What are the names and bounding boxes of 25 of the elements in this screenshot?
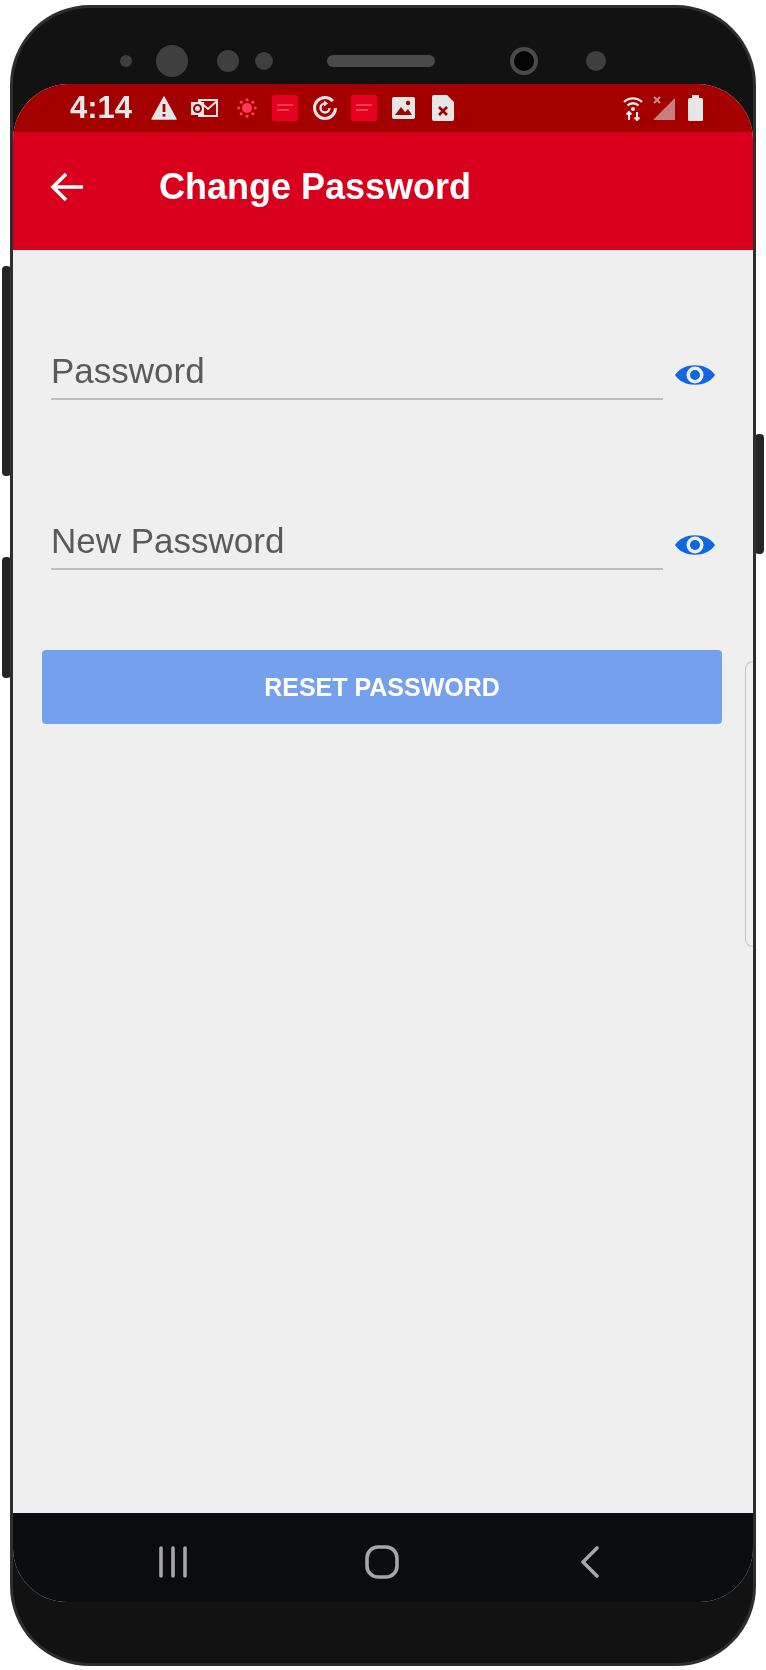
app-icon — [351, 95, 378, 121]
home-icon[interactable] — [365, 1545, 399, 1579]
back-icon[interactable] — [580, 1546, 600, 1578]
image-icon — [392, 97, 416, 119]
recent-apps-icon[interactable] — [158, 1546, 188, 1578]
sync-icon — [312, 95, 339, 121]
wifi-icon — [623, 95, 643, 121]
camera-lens — [510, 47, 538, 75]
file-x-icon — [432, 95, 455, 121]
sensor-dot — [255, 52, 273, 70]
camera-lens — [156, 45, 188, 77]
sensor-dot — [586, 51, 606, 71]
status-time: 4:14 — [70, 91, 133, 125]
password-field[interactable]: New Password — [51, 514, 663, 570]
signal-icon — [653, 96, 675, 120]
screen-title: Change Password — [159, 166, 472, 208]
sensor-dot — [217, 50, 239, 72]
app-icon — [272, 95, 299, 121]
sun-icon — [237, 98, 258, 118]
back-arrow-icon[interactable] — [50, 172, 84, 202]
password-field[interactable]: Password — [51, 344, 663, 400]
mail-icon — [190, 97, 219, 119]
sensor-dot — [120, 55, 132, 67]
battery-icon — [688, 95, 703, 121]
warning-icon — [151, 96, 178, 120]
